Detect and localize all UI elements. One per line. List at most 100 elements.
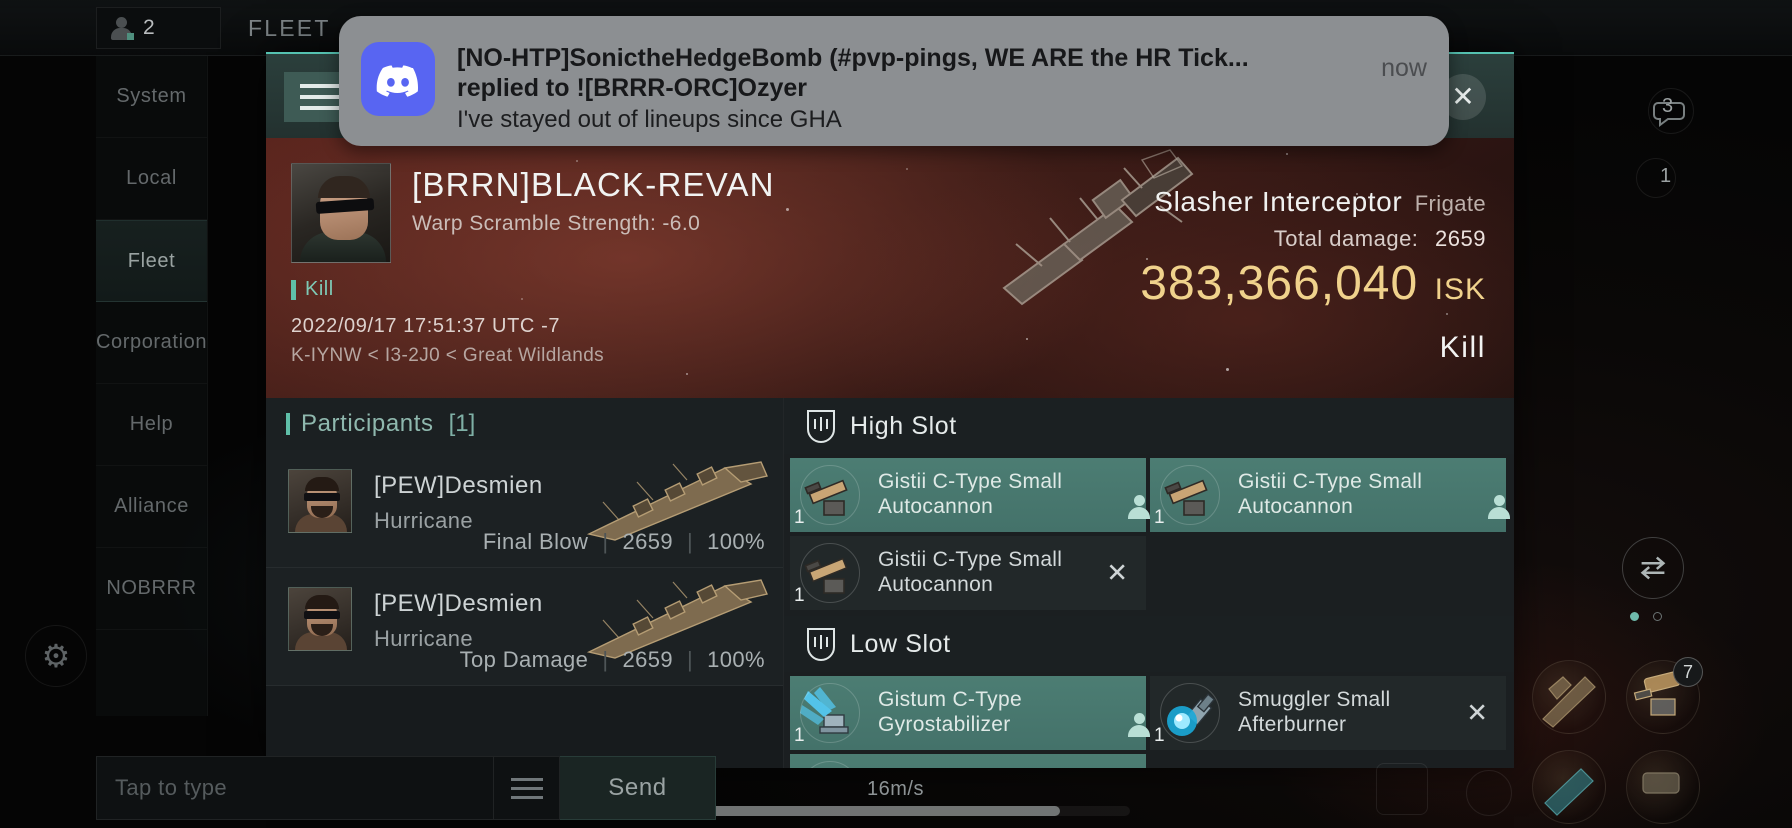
sidebar-item-label: System: [116, 85, 187, 107]
sidebar-item-nobrrr[interactable]: NOBRRR: [96, 548, 207, 630]
sidebar-item-alliance[interactable]: Alliance: [96, 466, 207, 548]
close-icon[interactable]: ✕: [1466, 700, 1488, 727]
member-count-label: 2: [143, 16, 156, 39]
notification-title-line2: replied to ![BRRR-ORC]Ozyer: [457, 73, 808, 102]
scrollbar[interactable]: [660, 806, 1130, 816]
hamburger-menu-icon[interactable]: [494, 756, 560, 820]
module-slot[interactable]: 1 All-round Damage Control: [790, 754, 1146, 768]
sidebar-item-label: Local: [126, 167, 177, 189]
total-damage-label: Total damage:: [1273, 226, 1419, 251]
low-slot-header: Low Slot: [784, 616, 1514, 672]
search-input[interactable]: Tap to type: [96, 756, 494, 820]
killmail-body: Participants [1] [PEW]Desmien Hurricane …: [266, 398, 1514, 768]
sidebar-item-label: NOBRRR: [106, 577, 197, 599]
kill-location: K-IYNW < I3-2J0 < Great Wildlands: [291, 345, 605, 366]
participant-row[interactable]: [PEW]Desmien Hurricane Top Damage | 2659…: [266, 568, 783, 686]
sidebar-item-fleet[interactable]: Fleet: [96, 220, 207, 302]
sidebar-item-label: Corporation: [95, 331, 208, 353]
fleet-member-count-pill[interactable]: 2: [96, 7, 221, 49]
settings-button[interactable]: ⚙: [25, 625, 87, 687]
divider: |: [687, 529, 694, 554]
participants-title: Participants: [301, 410, 434, 437]
status-badge-label: Kill: [305, 278, 334, 300]
scrollbar-thumb[interactable]: [660, 806, 1060, 816]
notification-timestamp: now: [1381, 54, 1427, 82]
sidebar-item-label: Fleet: [127, 249, 176, 272]
total-damage-row: Total damage: 2659: [1274, 226, 1486, 252]
autocannon-icon: 1: [794, 463, 862, 528]
hud-page-dots[interactable]: [1630, 612, 1662, 621]
chat-input-bar: Tap to type Send: [96, 756, 716, 820]
participant-name: [PEW]Desmien: [374, 590, 543, 617]
module-slot[interactable]: 1 Gistii C-Type Small Autocannon: [790, 458, 1150, 532]
notification-message: I've stayed out of lineups since GHA: [457, 106, 842, 133]
ship-speed-label: 16m/s: [867, 778, 924, 800]
warp-scramble-strength: Warp Scramble Strength: -6.0: [412, 212, 701, 235]
module-slot[interactable]: 1 Gistum C-Type Gyrostabilizer: [790, 676, 1150, 750]
sidebar-item-help[interactable]: Help: [96, 384, 207, 466]
module-name: Smuggler Small Afterburner: [1238, 688, 1391, 736]
module-slot[interactable]: 1 Gistii C-Type Small Autocannon ✕: [790, 536, 1146, 610]
participants-column: Participants [1] [PEW]Desmien Hurricane …: [266, 398, 784, 768]
hud-ship-slot[interactable]: [1532, 750, 1606, 824]
gear-icon: ⚙: [41, 638, 71, 674]
participant-name: [PEW]Desmien: [374, 472, 543, 499]
killmail-hero: [BRRN]BLACK-REVAN Warp Scramble Strength…: [266, 138, 1514, 398]
hud-ship-slot[interactable]: [1532, 660, 1606, 734]
divider: |: [602, 529, 609, 554]
autocannon-icon: 1: [794, 541, 862, 606]
hud-ship-slot[interactable]: [1626, 750, 1700, 824]
swap-arrows-icon[interactable]: [1622, 537, 1684, 599]
avatar: [288, 469, 352, 533]
module-quantity: 1: [794, 725, 805, 746]
page-dot-active[interactable]: [1630, 612, 1639, 621]
fleet-tab-label[interactable]: FLEET: [248, 15, 331, 42]
victim-avatar[interactable]: [291, 163, 391, 263]
module-slot[interactable]: 1 Gistii C-Type Small Autocannon: [1150, 458, 1510, 532]
sidebar-item-label: Help: [129, 413, 174, 435]
participant-ship: Hurricane: [374, 626, 473, 651]
damage-control-icon: 1: [798, 759, 862, 768]
divider: |: [602, 647, 609, 672]
discord-icon: [361, 42, 435, 116]
isk-value-row: 383,366,040 ISK: [1140, 256, 1486, 311]
destroyed-ship-line: Slasher Interceptor Frigate: [1154, 186, 1486, 218]
gyrostabilizer-icon: 1: [794, 681, 862, 746]
participant-percent: 100%: [707, 647, 765, 672]
module-quantity: 1: [1154, 725, 1165, 746]
module-quantity: 1: [794, 507, 805, 528]
notification-body: [NO-HTP]SonictheHedgeBomb (#pvp-pings, W…: [457, 32, 1367, 135]
module-quantity: 1: [794, 585, 805, 606]
slot-shield-icon: [807, 410, 835, 443]
module-quantity: 1: [1154, 507, 1165, 528]
module-name: Gistii C-Type Small Autocannon: [878, 548, 1063, 596]
sidebar-item-label: Alliance: [114, 495, 189, 517]
module-slot-empty[interactable]: [1150, 754, 1506, 768]
sidebar-item-system[interactable]: System: [96, 56, 207, 138]
send-button[interactable]: Send: [560, 756, 716, 820]
ship-count-badge: 7: [1673, 657, 1703, 687]
comms-count: 3: [1662, 95, 1674, 117]
hud-ship-slot-active[interactable]: 7: [1626, 657, 1703, 734]
participant-stats: Final Blow | 2659 | 100%: [483, 529, 765, 555]
participant-stats: Top Damage | 2659 | 100%: [460, 647, 765, 673]
sidebar-item-corporation[interactable]: Corporation: [96, 302, 207, 384]
fitting-column: High Slot 1 Gistii C-Type Small Autocann…: [784, 398, 1514, 768]
close-icon[interactable]: ✕: [1106, 560, 1128, 587]
high-slot-title: High Slot: [850, 411, 957, 440]
module-slot-empty[interactable]: [1150, 536, 1506, 610]
badge-accent-bar: [291, 279, 296, 300]
destroyed-ship-name: Slasher Interceptor: [1154, 186, 1403, 217]
isk-unit-label: ISK: [1434, 273, 1486, 306]
sidebar-item-local[interactable]: Local: [96, 138, 207, 220]
target-count: 1: [1660, 165, 1672, 187]
low-slot-title: Low Slot: [850, 629, 951, 658]
module-hud-icon[interactable]: [1376, 763, 1428, 815]
participant-row[interactable]: [PEW]Desmien Hurricane Final Blow | 2659…: [266, 450, 783, 568]
module-hud-icon-2[interactable]: [1466, 770, 1512, 816]
participant-ship: Hurricane: [374, 508, 473, 533]
kill-result-label: Kill: [1439, 331, 1486, 364]
discord-notification[interactable]: [NO-HTP]SonictheHedgeBomb (#pvp-pings, W…: [339, 16, 1449, 146]
module-slot[interactable]: 1 Smuggler Small Afterburner ✕: [1150, 676, 1506, 750]
page-dot[interactable]: [1653, 612, 1662, 621]
